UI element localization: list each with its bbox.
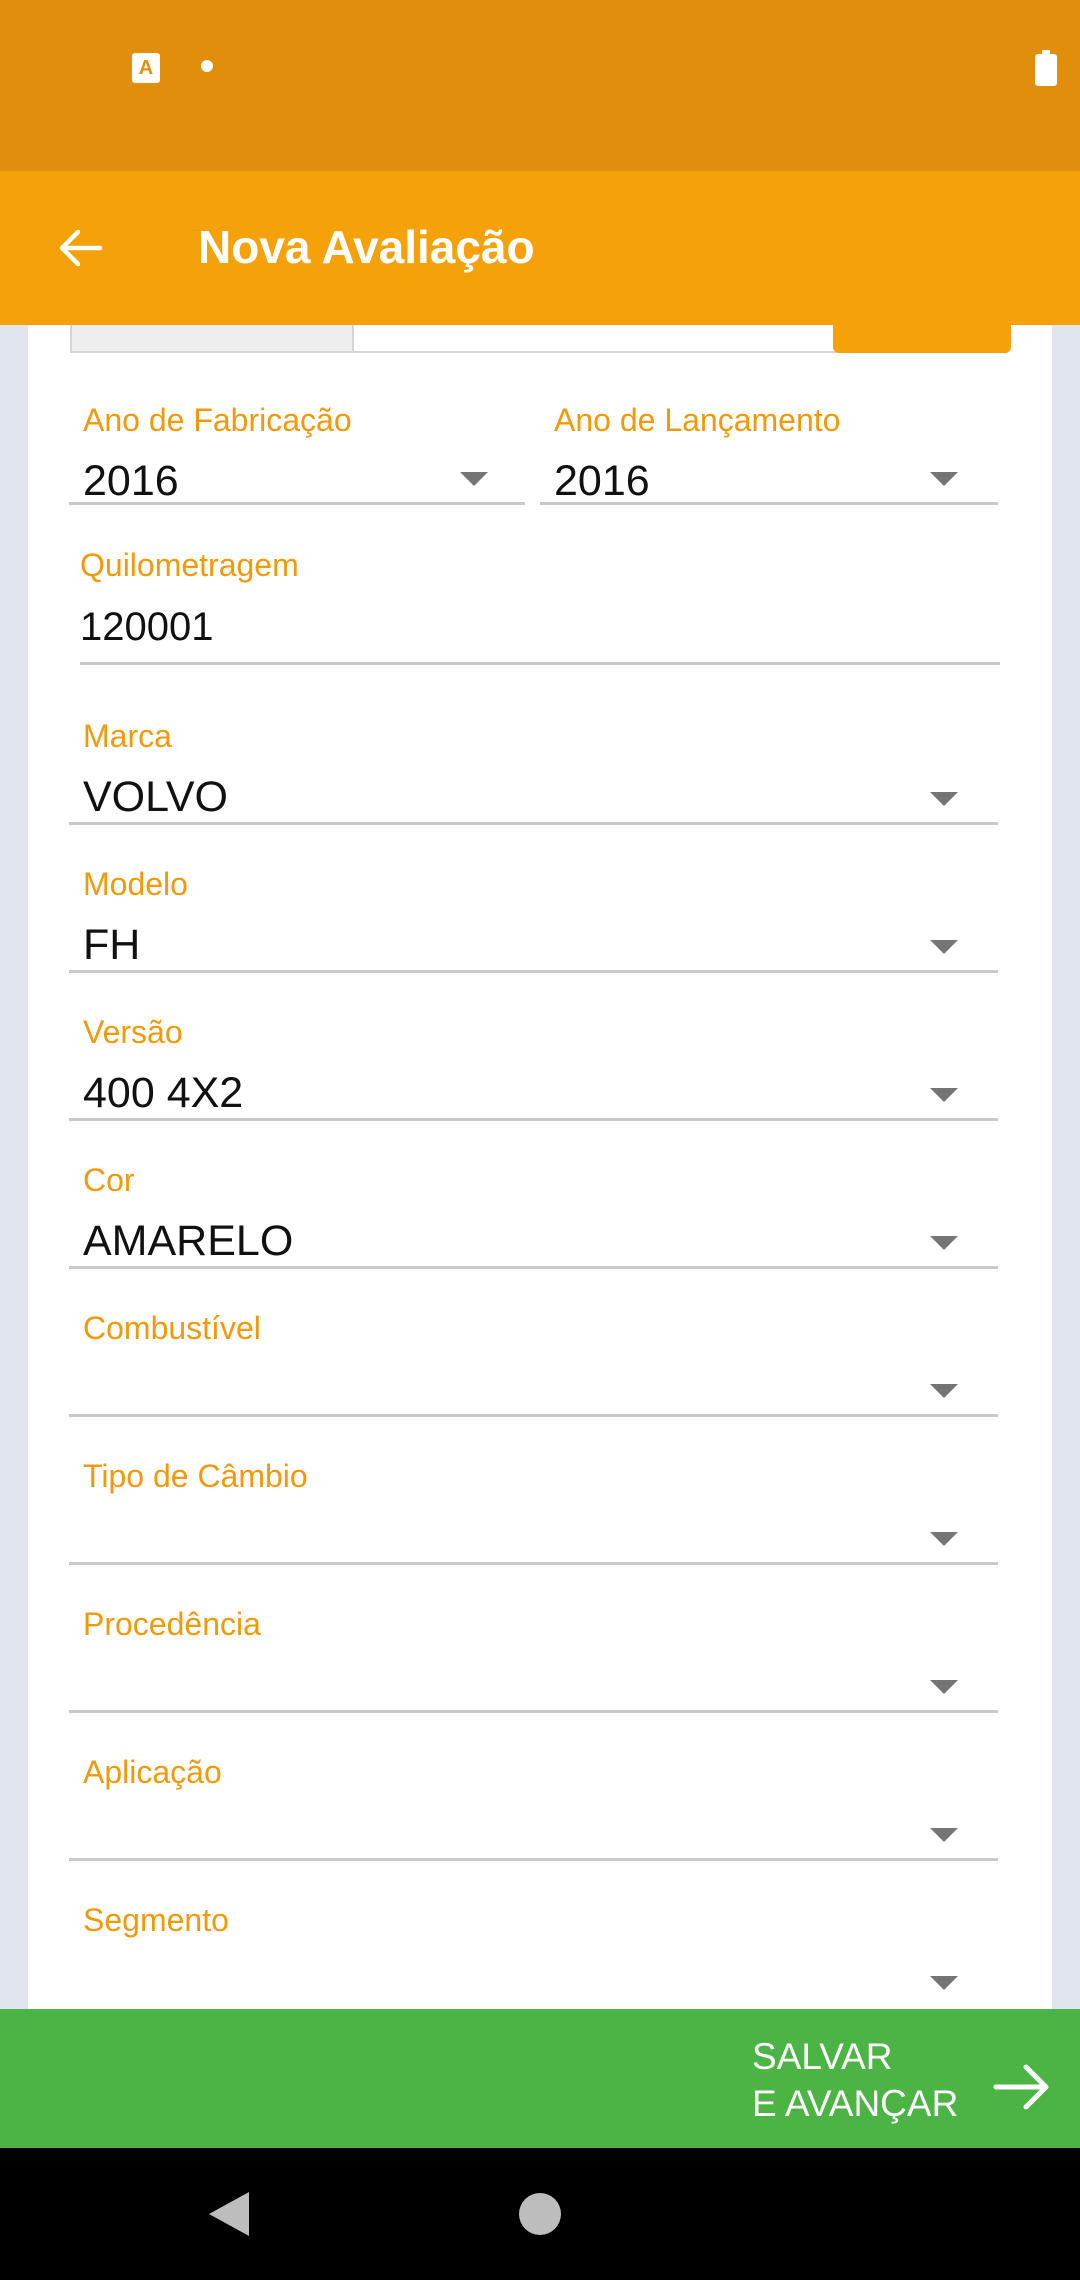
tipo-cambio-label: Tipo de Câmbio bbox=[83, 1458, 308, 1494]
ano-fabricacao-label: Ano de Fabricação bbox=[83, 402, 352, 438]
dropdown-arrow-icon bbox=[930, 792, 958, 806]
notification-a-icon: A bbox=[132, 53, 160, 83]
previous-field-left[interactable] bbox=[70, 325, 354, 353]
cor-select[interactable]: Cor AMARELO bbox=[69, 1160, 998, 1270]
ano-lancamento-label: Ano de Lançamento bbox=[554, 402, 841, 438]
combustivel-label: Combustível bbox=[83, 1310, 261, 1346]
previous-field-button[interactable] bbox=[833, 325, 1011, 353]
marca-label: Marca bbox=[83, 718, 172, 754]
modelo-label: Modelo bbox=[83, 866, 188, 902]
dropdown-arrow-icon bbox=[930, 1976, 958, 1990]
modelo-value: FH bbox=[83, 921, 141, 969]
previous-field-input[interactable] bbox=[326, 325, 860, 353]
ano-fabricacao-select[interactable]: Ano de Fabricação 2016 bbox=[69, 400, 525, 505]
segmento-label: Segmento bbox=[83, 1902, 229, 1938]
ano-lancamento-value: 2016 bbox=[554, 457, 650, 505]
nav-home-icon[interactable] bbox=[519, 2193, 561, 2235]
cor-value: AMARELO bbox=[83, 1217, 294, 1265]
dropdown-arrow-icon bbox=[930, 1236, 958, 1250]
versao-label: Versão bbox=[83, 1014, 183, 1050]
dropdown-arrow-icon bbox=[930, 1680, 958, 1694]
form-card: Ano de Fabricação 2016 Ano de Lançamento… bbox=[28, 325, 1052, 2009]
modelo-select[interactable]: Modelo FH bbox=[69, 864, 998, 974]
forward-arrow-icon bbox=[993, 2064, 1049, 2110]
segmento-select[interactable]: Segmento bbox=[69, 1900, 998, 2009]
quilometragem-input[interactable]: Quilometragem 120001 bbox=[80, 545, 1000, 665]
save-label-line1: SALVAR bbox=[752, 2036, 893, 2077]
dropdown-arrow-icon bbox=[930, 1532, 958, 1546]
status-bar: A bbox=[0, 0, 1080, 171]
cor-label: Cor bbox=[83, 1162, 135, 1198]
nav-back-icon[interactable] bbox=[205, 2190, 251, 2238]
app-bar: Nova Avaliação bbox=[0, 171, 1080, 325]
back-button[interactable] bbox=[40, 208, 120, 288]
ano-lancamento-select[interactable]: Ano de Lançamento 2016 bbox=[540, 400, 998, 505]
back-arrow-icon bbox=[59, 229, 103, 267]
dropdown-arrow-icon bbox=[930, 940, 958, 954]
tipo-cambio-select[interactable]: Tipo de Câmbio bbox=[69, 1456, 998, 1566]
quilometragem-value: 120001 bbox=[80, 605, 214, 649]
save-label-line2: E AVANÇAR bbox=[752, 2083, 959, 2124]
aplicacao-label: Aplicação bbox=[83, 1754, 222, 1790]
dropdown-arrow-icon bbox=[930, 1384, 958, 1398]
versao-value: 400 4X2 bbox=[83, 1069, 244, 1117]
quilometragem-label: Quilometragem bbox=[80, 547, 299, 583]
dot-icon bbox=[201, 60, 213, 72]
dropdown-arrow-icon bbox=[930, 472, 958, 486]
battery-icon bbox=[1035, 50, 1057, 86]
ano-fabricacao-value: 2016 bbox=[83, 457, 179, 505]
combustivel-select[interactable]: Combustível bbox=[69, 1308, 998, 1418]
save-and-advance-label: SALVAR E AVANÇAR bbox=[752, 2033, 958, 2127]
page-title: Nova Avaliação bbox=[198, 221, 535, 273]
marca-select[interactable]: Marca VOLVO bbox=[69, 716, 998, 826]
system-navigation-bar bbox=[0, 2148, 1080, 2280]
marca-value: VOLVO bbox=[83, 773, 228, 821]
aplicacao-select[interactable]: Aplicação bbox=[69, 1752, 998, 1862]
versao-select[interactable]: Versão 400 4X2 bbox=[69, 1012, 998, 1122]
dropdown-arrow-icon bbox=[460, 472, 488, 486]
dropdown-arrow-icon bbox=[930, 1088, 958, 1102]
dropdown-arrow-icon bbox=[930, 1828, 958, 1842]
procedencia-select[interactable]: Procedência bbox=[69, 1604, 998, 1714]
procedencia-label: Procedência bbox=[83, 1606, 261, 1642]
save-and-advance-button[interactable]: SALVAR E AVANÇAR bbox=[0, 2009, 1080, 2148]
form-scroll-area[interactable]: Ano de Fabricação 2016 Ano de Lançamento… bbox=[0, 325, 1080, 2009]
